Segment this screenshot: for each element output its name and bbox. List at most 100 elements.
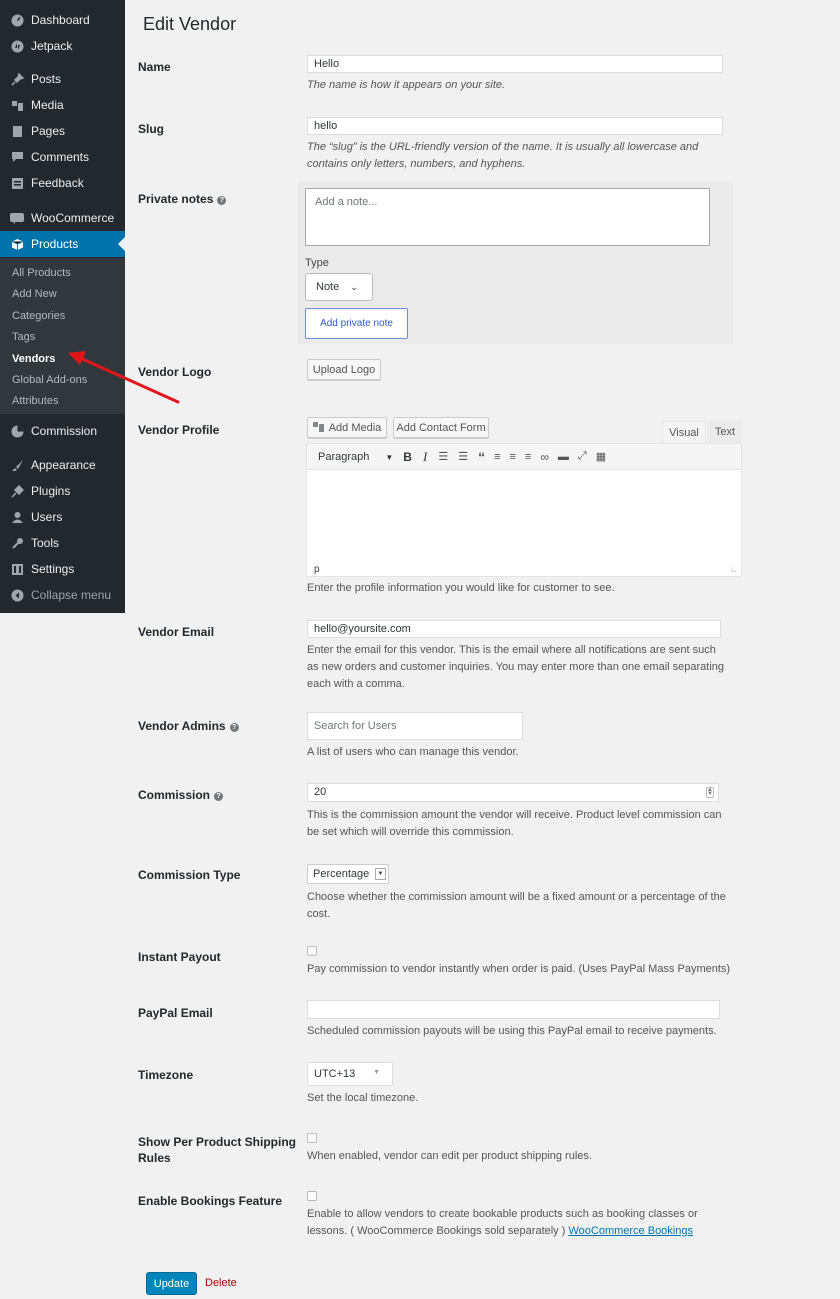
menu-posts[interactable]: Posts <box>0 66 125 92</box>
menu-settings[interactable]: Settings <box>0 556 125 582</box>
tab-text[interactable]: Text <box>708 421 742 443</box>
submenu-categories[interactable]: Categories <box>12 310 65 322</box>
vendor-admins-description: A list of users who can manage this vend… <box>307 746 519 758</box>
timezone-select[interactable]: UTC+13 ▼ <box>307 1062 393 1086</box>
menu-commission[interactable]: Commission <box>0 418 125 444</box>
media-icon <box>10 98 24 112</box>
menu-pages[interactable]: Pages <box>0 118 125 144</box>
collapse-menu-button[interactable]: Collapse menu <box>0 582 125 608</box>
menu-comments[interactable]: Comments <box>0 144 125 170</box>
upload-logo-button[interactable]: Upload Logo <box>307 359 381 380</box>
add-media-button[interactable]: Add Media <box>307 417 387 438</box>
fullscreen-icon[interactable]: ⤢ <box>578 450 587 463</box>
vendor-email-description-line1: Enter the email for this vendor. This is… <box>307 644 716 656</box>
page-icon <box>10 124 24 138</box>
timezone-label: Timezone <box>138 1068 194 1082</box>
align-left-icon[interactable]: ≡ <box>494 451 500 463</box>
commission-input[interactable]: 20 ▲ ▼ <box>307 783 719 802</box>
paypal-email-input[interactable] <box>307 1000 720 1019</box>
instant-payout-checkbox[interactable] <box>307 946 317 956</box>
commission-type-description-line1: Choose whether the commission amount wil… <box>307 891 726 903</box>
numbered-list-icon[interactable]: ☰ <box>458 450 468 463</box>
media-icon <box>312 421 325 435</box>
vendor-profile-description: Enter the profile information you would … <box>307 582 615 594</box>
name-input[interactable]: Hello <box>307 55 723 73</box>
instant-payout-label: Instant Payout <box>138 950 221 964</box>
chevron-down-icon: ⌄ <box>350 281 358 292</box>
products-icon <box>10 237 24 251</box>
bold-icon[interactable]: B <box>403 450 412 464</box>
slug-input[interactable]: hello <box>307 117 723 135</box>
page-title: Edit Vendor <box>143 14 237 34</box>
name-label: Name <box>138 60 171 74</box>
help-icon[interactable]: ? <box>229 723 239 732</box>
menu-tools[interactable]: Tools <box>0 530 125 556</box>
shipping-rules-description: When enabled, vendor can edit per produc… <box>307 1150 592 1162</box>
menu-feedback[interactable]: Feedback <box>0 170 125 196</box>
woocommerce-bookings-link[interactable]: WooCommerce Bookings <box>568 1225 693 1237</box>
help-icon[interactable]: ? <box>214 792 224 801</box>
submenu-add-new[interactable]: Add New <box>12 288 57 300</box>
resize-handle-icon[interactable]: ∟ <box>730 565 738 574</box>
menu-plugins[interactable]: Plugins <box>0 478 125 504</box>
vendor-email-input[interactable]: hello@yoursite.com <box>307 620 721 638</box>
wrench-icon <box>10 536 24 550</box>
paypal-email-label: PayPal Email <box>138 1006 213 1020</box>
italic-icon[interactable]: I <box>423 449 427 465</box>
menu-products[interactable]: Products <box>0 231 125 257</box>
note-type-label: Type <box>305 257 329 269</box>
format-select[interactable]: Paragraph ▼ <box>318 451 393 463</box>
vendor-profile-label: Vendor Profile <box>138 423 220 437</box>
bookings-checkbox[interactable] <box>307 1191 317 1201</box>
read-more-icon[interactable]: ▬ <box>558 451 569 463</box>
bookings-description-line1: Enable to allow vendors to create bookab… <box>307 1208 698 1220</box>
private-note-textarea[interactable]: Add a note... <box>305 188 710 246</box>
submenu-vendors[interactable]: Vendors <box>12 353 55 365</box>
keyboard-icon[interactable]: ▦ <box>596 450 606 463</box>
submenu-attributes[interactable]: Attributes <box>12 395 58 407</box>
tab-visual[interactable]: Visual <box>662 421 706 443</box>
vendor-logo-label: Vendor Logo <box>138 365 212 379</box>
menu-woocommerce[interactable]: WooCommerce <box>0 205 125 231</box>
pie-chart-icon <box>10 424 24 438</box>
number-stepper-icon[interactable]: ▲ ▼ <box>706 787 714 798</box>
align-right-icon[interactable]: ≡ <box>525 451 531 463</box>
menu-media[interactable]: Media <box>0 92 125 118</box>
slug-description-line1: The “slug” is the URL-friendly version o… <box>307 141 699 153</box>
submenu-tags[interactable]: Tags <box>12 331 35 343</box>
pin-icon <box>10 72 24 86</box>
jetpack-icon <box>10 39 24 53</box>
menu-appearance[interactable]: Appearance <box>0 452 125 478</box>
commission-type-select[interactable]: Percentage ▼ <box>307 864 389 884</box>
help-icon[interactable]: ? <box>217 196 227 205</box>
add-private-note-button[interactable]: Add private note <box>305 308 408 339</box>
menu-dashboard[interactable]: Dashboard <box>0 7 125 33</box>
update-button[interactable]: Update <box>146 1272 197 1295</box>
bullet-list-icon[interactable]: ☰ <box>438 450 448 463</box>
settings-icon <box>10 562 24 576</box>
edit-vendor-form: Edit Vendor Name Hello The name is how i… <box>125 0 840 1299</box>
link-icon[interactable]: ∞ <box>540 450 549 464</box>
delete-link[interactable]: Delete <box>205 1277 237 1289</box>
vendor-email-description-line3: each with a comma. <box>307 678 405 690</box>
shipping-rules-checkbox[interactable] <box>307 1133 317 1143</box>
profile-content-area[interactable] <box>307 471 741 563</box>
note-type-select[interactable]: Note ⌄ <box>305 273 373 301</box>
profile-editor: Paragraph ▼ B I ☰ ☰ “ ≡ ≡ ≡ ∞ ▬ ⤢ ▦ p ∟ <box>306 443 742 577</box>
dropdown-arrow-icon: ▼ <box>385 452 394 462</box>
add-contact-form-button[interactable]: Add Contact Form <box>393 417 489 438</box>
slug-description-line2: contains only letters, numbers, and hyph… <box>307 158 526 170</box>
menu-users[interactable]: Users <box>0 504 125 530</box>
vendor-admins-label: Vendor Admins? <box>138 719 239 733</box>
vendor-email-description-line2: as new orders and customer inquiries. Yo… <box>307 661 725 673</box>
align-center-icon[interactable]: ≡ <box>509 451 515 463</box>
menu-jetpack[interactable]: Jetpack <box>0 33 125 59</box>
woocommerce-icon <box>10 211 24 225</box>
instant-payout-description: Pay commission to vendor instantly when … <box>307 963 731 975</box>
submenu-all-products[interactable]: All Products <box>12 267 71 279</box>
users-icon <box>10 510 24 524</box>
search-users-input[interactable]: Search for Users <box>307 712 523 740</box>
slug-label: Slug <box>138 122 164 136</box>
timezone-description: Set the local timezone. <box>307 1092 419 1104</box>
blockquote-icon[interactable]: “ <box>478 449 485 465</box>
